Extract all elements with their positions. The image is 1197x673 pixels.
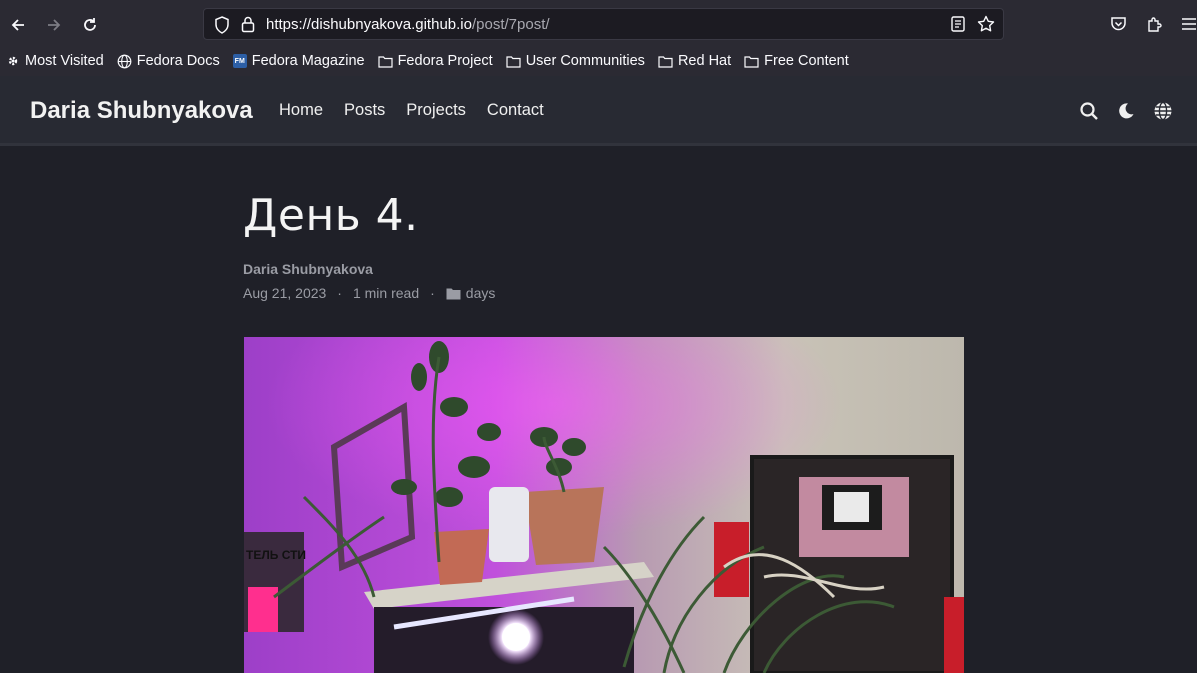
url-text[interactable]: https://dishubnyakova.github.io/post/7po… <box>266 16 550 33</box>
site-header: Daria Shubnyakova Home Posts Projects Co… <box>0 76 1197 146</box>
bookmark-label: Fedora Project <box>397 53 493 69</box>
bookmark-red-hat[interactable]: Red Hat <box>658 53 731 69</box>
globe-icon <box>117 54 132 68</box>
meta-separator: · <box>337 285 342 301</box>
url-host: https://dishubnyakova.github.io <box>266 16 472 33</box>
post-image: ТЕЛЬ СТИ <box>244 337 964 673</box>
nav-projects[interactable]: Projects <box>406 101 466 120</box>
tracking-protection-icon[interactable] <box>214 16 230 39</box>
post-author: Daria Shubnyakova <box>243 261 373 277</box>
reader-view-icon[interactable] <box>951 16 965 37</box>
bookmark-most-visited[interactable]: Most Visited <box>6 53 104 69</box>
folder-icon <box>446 288 461 299</box>
nav-posts[interactable]: Posts <box>344 101 385 120</box>
category-label: days <box>465 285 496 301</box>
extensions-button[interactable] <box>1142 12 1166 36</box>
bookmark-free-content[interactable]: Free Content <box>744 53 849 69</box>
nav-home[interactable]: Home <box>279 101 323 120</box>
post-meta: Aug 21, 2023 · 1 min read · days <box>243 285 495 301</box>
nav-contact[interactable]: Contact <box>487 101 544 120</box>
pocket-button[interactable] <box>1106 12 1130 36</box>
forward-arrow-icon <box>48 19 61 31</box>
bookmarks-toolbar: Most Visited Fedora Docs FM Fedora Magaz… <box>0 48 1197 74</box>
reload-button[interactable] <box>77 12 103 38</box>
browser-toolbar: https://dishubnyakova.github.io/post/7po… <box>0 0 1197 48</box>
bookmark-star-icon[interactable] <box>977 15 995 38</box>
meta-separator: · <box>430 285 435 301</box>
puzzle-icon <box>1147 16 1162 32</box>
bookmark-fedora-docs[interactable]: Fedora Docs <box>117 53 220 69</box>
reading-time: 1 min read <box>352 285 420 301</box>
gear-icon <box>8 56 18 66</box>
post-date: Aug 21, 2023 <box>243 285 327 301</box>
url-path: /post/7post/ <box>471 16 550 33</box>
post-title: День 4. <box>243 190 419 241</box>
bookmark-fedora-project[interactable]: Fedora Project <box>377 53 493 69</box>
fedora-magazine-icon: FM <box>232 54 247 68</box>
forward-button[interactable] <box>41 12 67 38</box>
reload-icon <box>84 18 96 31</box>
folder-icon <box>658 55 673 68</box>
search-icon[interactable] <box>1078 100 1100 122</box>
photo-sign-text: ТЕЛЬ СТИ <box>246 548 306 562</box>
main-nav: Home Posts Projects Contact <box>279 101 565 120</box>
bookmark-user-communities[interactable]: User Communities <box>506 53 645 69</box>
lock-icon[interactable] <box>240 15 256 38</box>
url-bar[interactable]: https://dishubnyakova.github.io/post/7po… <box>203 8 1004 40</box>
bookmark-label: Fedora Docs <box>136 53 220 69</box>
back-button[interactable] <box>5 12 31 38</box>
hamburger-icon <box>1182 18 1196 30</box>
site-title[interactable]: Daria Shubnyakova <box>30 97 253 125</box>
post-category[interactable]: days <box>446 285 496 301</box>
folder-icon <box>506 55 521 68</box>
dark-mode-moon-icon[interactable] <box>1115 100 1137 122</box>
bookmark-label: Fedora Magazine <box>251 53 365 69</box>
bookmark-fedora-magazine[interactable]: FM Fedora Magazine <box>232 53 365 69</box>
menu-button[interactable] <box>1177 12 1197 36</box>
browser-chrome: https://dishubnyakova.github.io/post/7po… <box>0 0 1197 76</box>
pocket-icon <box>1110 17 1126 31</box>
language-globe-icon[interactable] <box>1152 100 1174 122</box>
back-arrow-icon <box>11 19 24 31</box>
bookmark-label: Red Hat <box>677 53 732 69</box>
bookmark-label: User Communities <box>525 53 645 69</box>
bookmark-label: Most Visited <box>25 53 104 69</box>
bookmark-label: Free Content <box>764 53 849 69</box>
folder-icon <box>377 55 393 68</box>
folder-icon <box>744 55 759 68</box>
